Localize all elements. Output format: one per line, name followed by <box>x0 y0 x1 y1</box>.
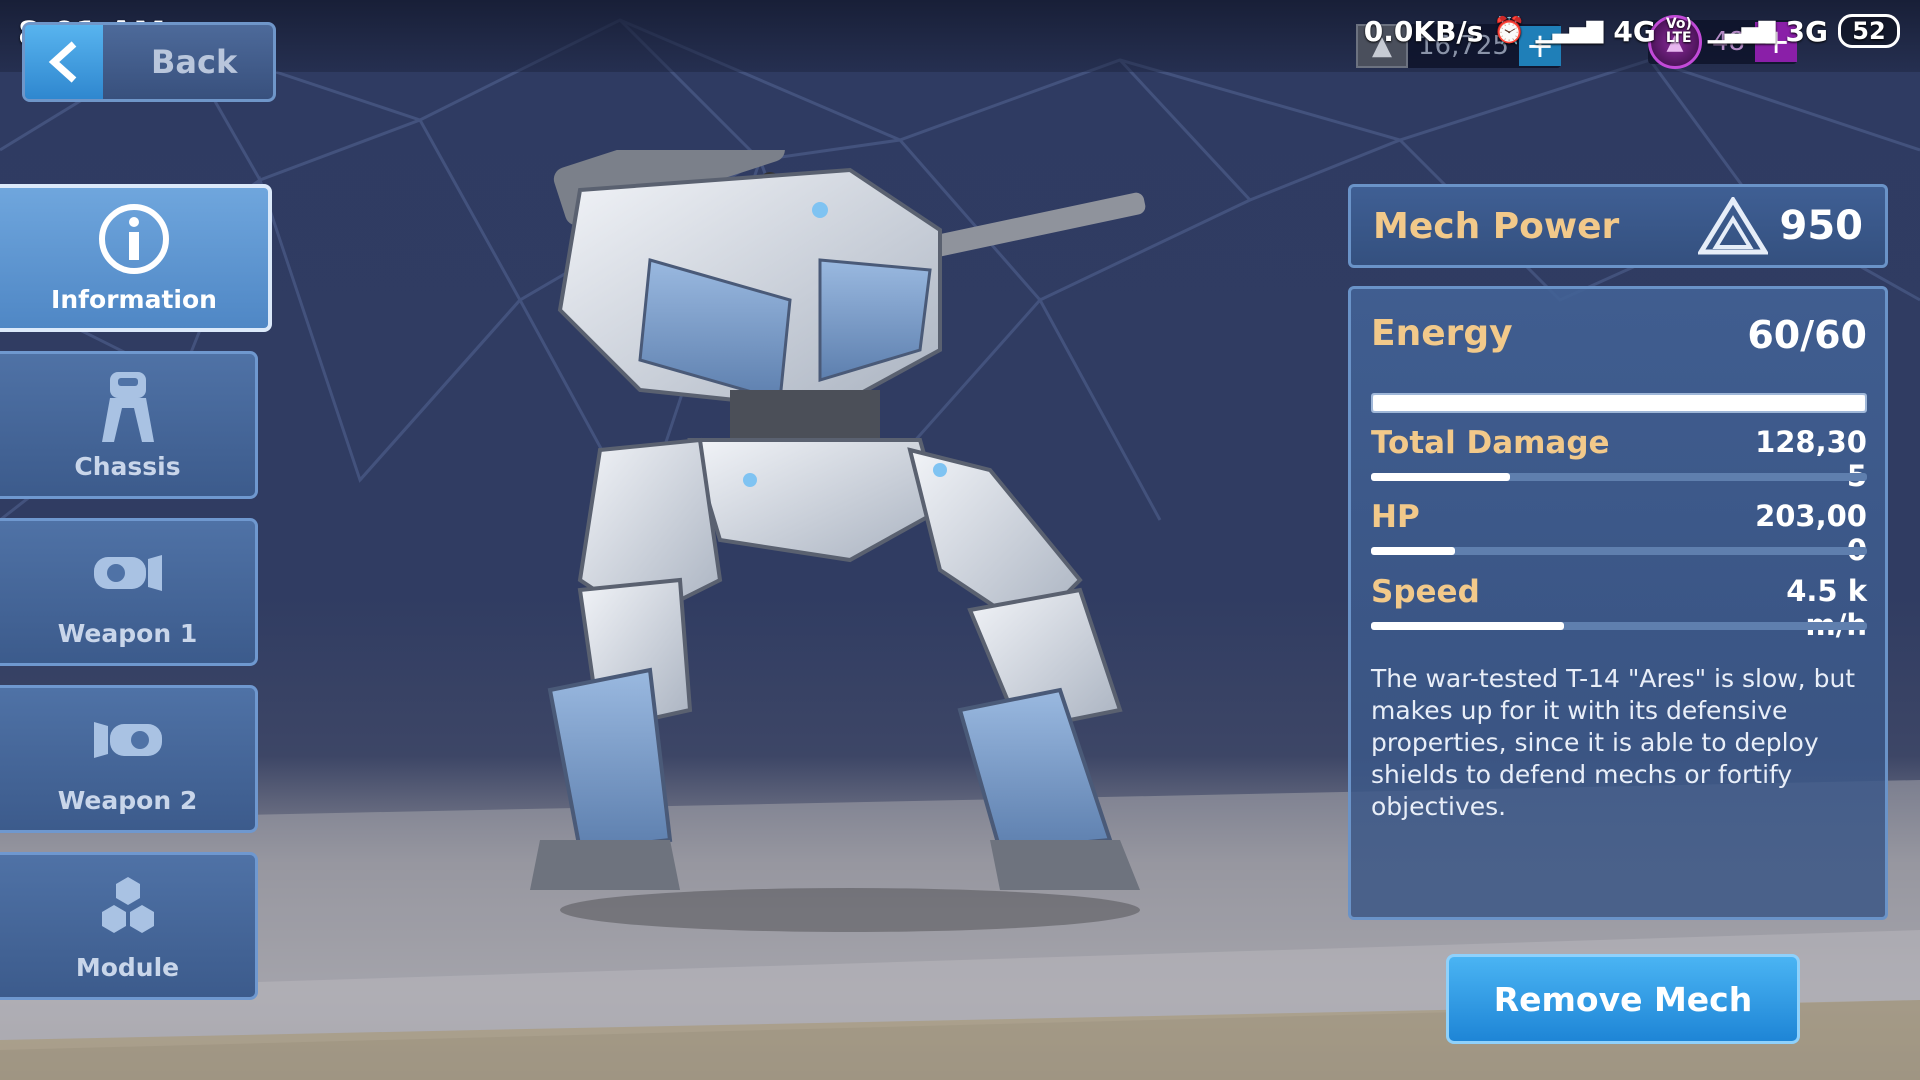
total-damage-label: Total Damage <box>1371 425 1610 461</box>
network-speed: 0.0KB/s <box>1363 14 1484 48</box>
tab-label: Module <box>75 952 180 982</box>
mech-power-value: 950 <box>1779 203 1864 249</box>
chassis-icon <box>88 370 168 442</box>
signal-icon: ▁▃▅▇ <box>1535 18 1604 44</box>
hp-value: 203,000 <box>1755 499 1867 567</box>
energy-bar <box>1371 393 1867 413</box>
tab-module[interactable]: Module <box>0 852 258 1000</box>
mech-power-panel: Mech Power 950 <box>1348 184 1888 268</box>
battery-indicator: 52 <box>1838 14 1900 48</box>
speed-stat: Speed 4.5 km/h <box>1371 574 1867 642</box>
speed-value: 4.5 km/h <box>1786 574 1867 642</box>
signal-icon-2: ▁▃▅▇ <box>1707 18 1776 44</box>
hp-stat: HP 203,000 <box>1371 499 1867 567</box>
tab-information[interactable]: Information <box>0 184 272 332</box>
hp-label: HP <box>1371 499 1420 535</box>
total-damage-bar <box>1371 473 1867 481</box>
weapon-icon <box>88 537 168 609</box>
energy-value: 60/60 <box>1747 313 1867 357</box>
weapon-icon <box>88 704 168 776</box>
tab-label: Weapon 1 <box>57 618 198 648</box>
total-damage-value: 128,305 <box>1755 425 1867 493</box>
back-label: Back <box>151 43 238 81</box>
tab-label: Weapon 2 <box>57 785 198 815</box>
tab-weapon-1[interactable]: Weapon 1 <box>0 518 258 666</box>
tab-label: Information <box>51 284 217 314</box>
total-damage-bar-fill <box>1371 473 1510 481</box>
info-icon <box>94 203 174 275</box>
energy-stat: Energy 60/60 <box>1371 313 1867 413</box>
energy-bar-fill <box>1373 395 1865 411</box>
remove-mech-button[interactable]: Remove Mech <box>1446 954 1800 1044</box>
tab-chassis[interactable]: Chassis <box>0 351 258 499</box>
mech-power-readout: 950 <box>1697 197 1864 255</box>
mech-model <box>530 150 1146 932</box>
volte-label: Vo) LTE <box>1665 16 1692 46</box>
total-damage-stat: Total Damage 128,305 <box>1371 425 1867 493</box>
speed-bar <box>1371 622 1867 630</box>
stats-panel: Energy 60/60 Total Damage 128,305 HP 203… <box>1348 286 1888 920</box>
hp-bar <box>1371 547 1867 555</box>
module-icon <box>88 871 168 943</box>
speed-label: Speed <box>1371 574 1480 610</box>
power-icon <box>1697 197 1768 255</box>
hp-bar-fill <box>1371 547 1456 555</box>
tab-label: Chassis <box>74 451 181 481</box>
energy-label: Energy <box>1371 313 1513 354</box>
chevron-left-icon <box>25 25 103 99</box>
tab-weapon-2[interactable]: Weapon 2 <box>0 685 258 833</box>
signal-type-1: 4G <box>1613 14 1656 48</box>
mech-description: The war-tested T-14 "Ares" is slow, but … <box>1371 664 1856 821</box>
status-indicators: 0.0KB/s ⏰ ▁▃▅▇ 4G Vo) LTE ▁▃▅▇ 3G 52 <box>1364 14 1900 48</box>
alarm-icon: ⏰ <box>1493 16 1526 46</box>
mech-power-label: Mech Power <box>1373 205 1620 247</box>
speed-bar-fill <box>1371 622 1565 630</box>
signal-type-2: 3G <box>1785 14 1828 48</box>
back-button[interactable]: Back <box>22 22 276 102</box>
